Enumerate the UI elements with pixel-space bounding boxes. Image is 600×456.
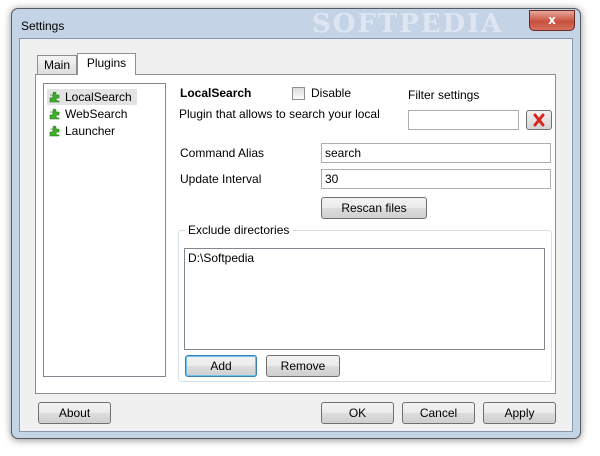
command-alias-input[interactable] [321, 143, 551, 163]
tree-item-websearch[interactable]: WebSearch [47, 106, 132, 122]
tree-item-label: WebSearch [65, 107, 128, 121]
plugin-name-heading: LocalSearch [180, 86, 252, 100]
puzzle-piece-icon [49, 108, 60, 120]
disable-label: Disable [311, 86, 352, 100]
red-x-icon [533, 113, 545, 127]
settings-window: SOFTPEDIA Settings x Main Plugins LocalS… [11, 8, 581, 439]
filter-settings-label: Filter settings [408, 88, 480, 102]
dialog-client-area: Main Plugins LocalSearch WebSearch Launc… [19, 38, 573, 432]
window-title: Settings [21, 19, 65, 33]
about-button[interactable]: About [38, 402, 111, 424]
command-alias-label: Command Alias [180, 146, 265, 160]
clear-filter-button[interactable] [526, 110, 552, 130]
tree-item-label: LocalSearch [65, 90, 132, 104]
plugins-tree[interactable]: LocalSearch WebSearch Launcher [43, 83, 166, 377]
disable-checkbox[interactable] [292, 87, 305, 100]
puzzle-piece-icon [49, 125, 60, 137]
filter-settings-input[interactable] [408, 110, 519, 130]
exclude-directories-group: Exclude directories D:\Softpedia Add Rem… [178, 223, 552, 382]
tree-item-localsearch[interactable]: LocalSearch [47, 89, 137, 105]
apply-button[interactable]: Apply [483, 402, 556, 424]
update-interval-label: Update Interval [180, 172, 262, 186]
exclude-directories-list[interactable]: D:\Softpedia [184, 248, 545, 350]
tree-item-launcher[interactable]: Launcher [47, 123, 120, 139]
softpedia-watermark: SOFTPEDIA [312, 9, 504, 39]
tab-main[interactable]: Main [37, 55, 77, 74]
tab-plugins[interactable]: Plugins [77, 53, 136, 75]
update-interval-input[interactable] [321, 169, 551, 189]
exclude-directories-title: Exclude directories [185, 223, 293, 237]
plugins-tab-panel: LocalSearch WebSearch Launcher LocalSear… [35, 74, 556, 394]
ok-button[interactable]: OK [321, 402, 394, 424]
window-close-button[interactable]: x [529, 10, 575, 31]
list-item[interactable]: D:\Softpedia [188, 251, 254, 265]
remove-directory-button[interactable]: Remove [266, 355, 340, 377]
plugin-description: Plugin that allows to search your local [179, 107, 380, 121]
cancel-button[interactable]: Cancel [402, 402, 475, 424]
tree-item-label: Launcher [65, 124, 116, 138]
rescan-files-button[interactable]: Rescan files [321, 197, 427, 219]
add-directory-button[interactable]: Add [185, 355, 257, 377]
puzzle-piece-icon [49, 91, 60, 103]
